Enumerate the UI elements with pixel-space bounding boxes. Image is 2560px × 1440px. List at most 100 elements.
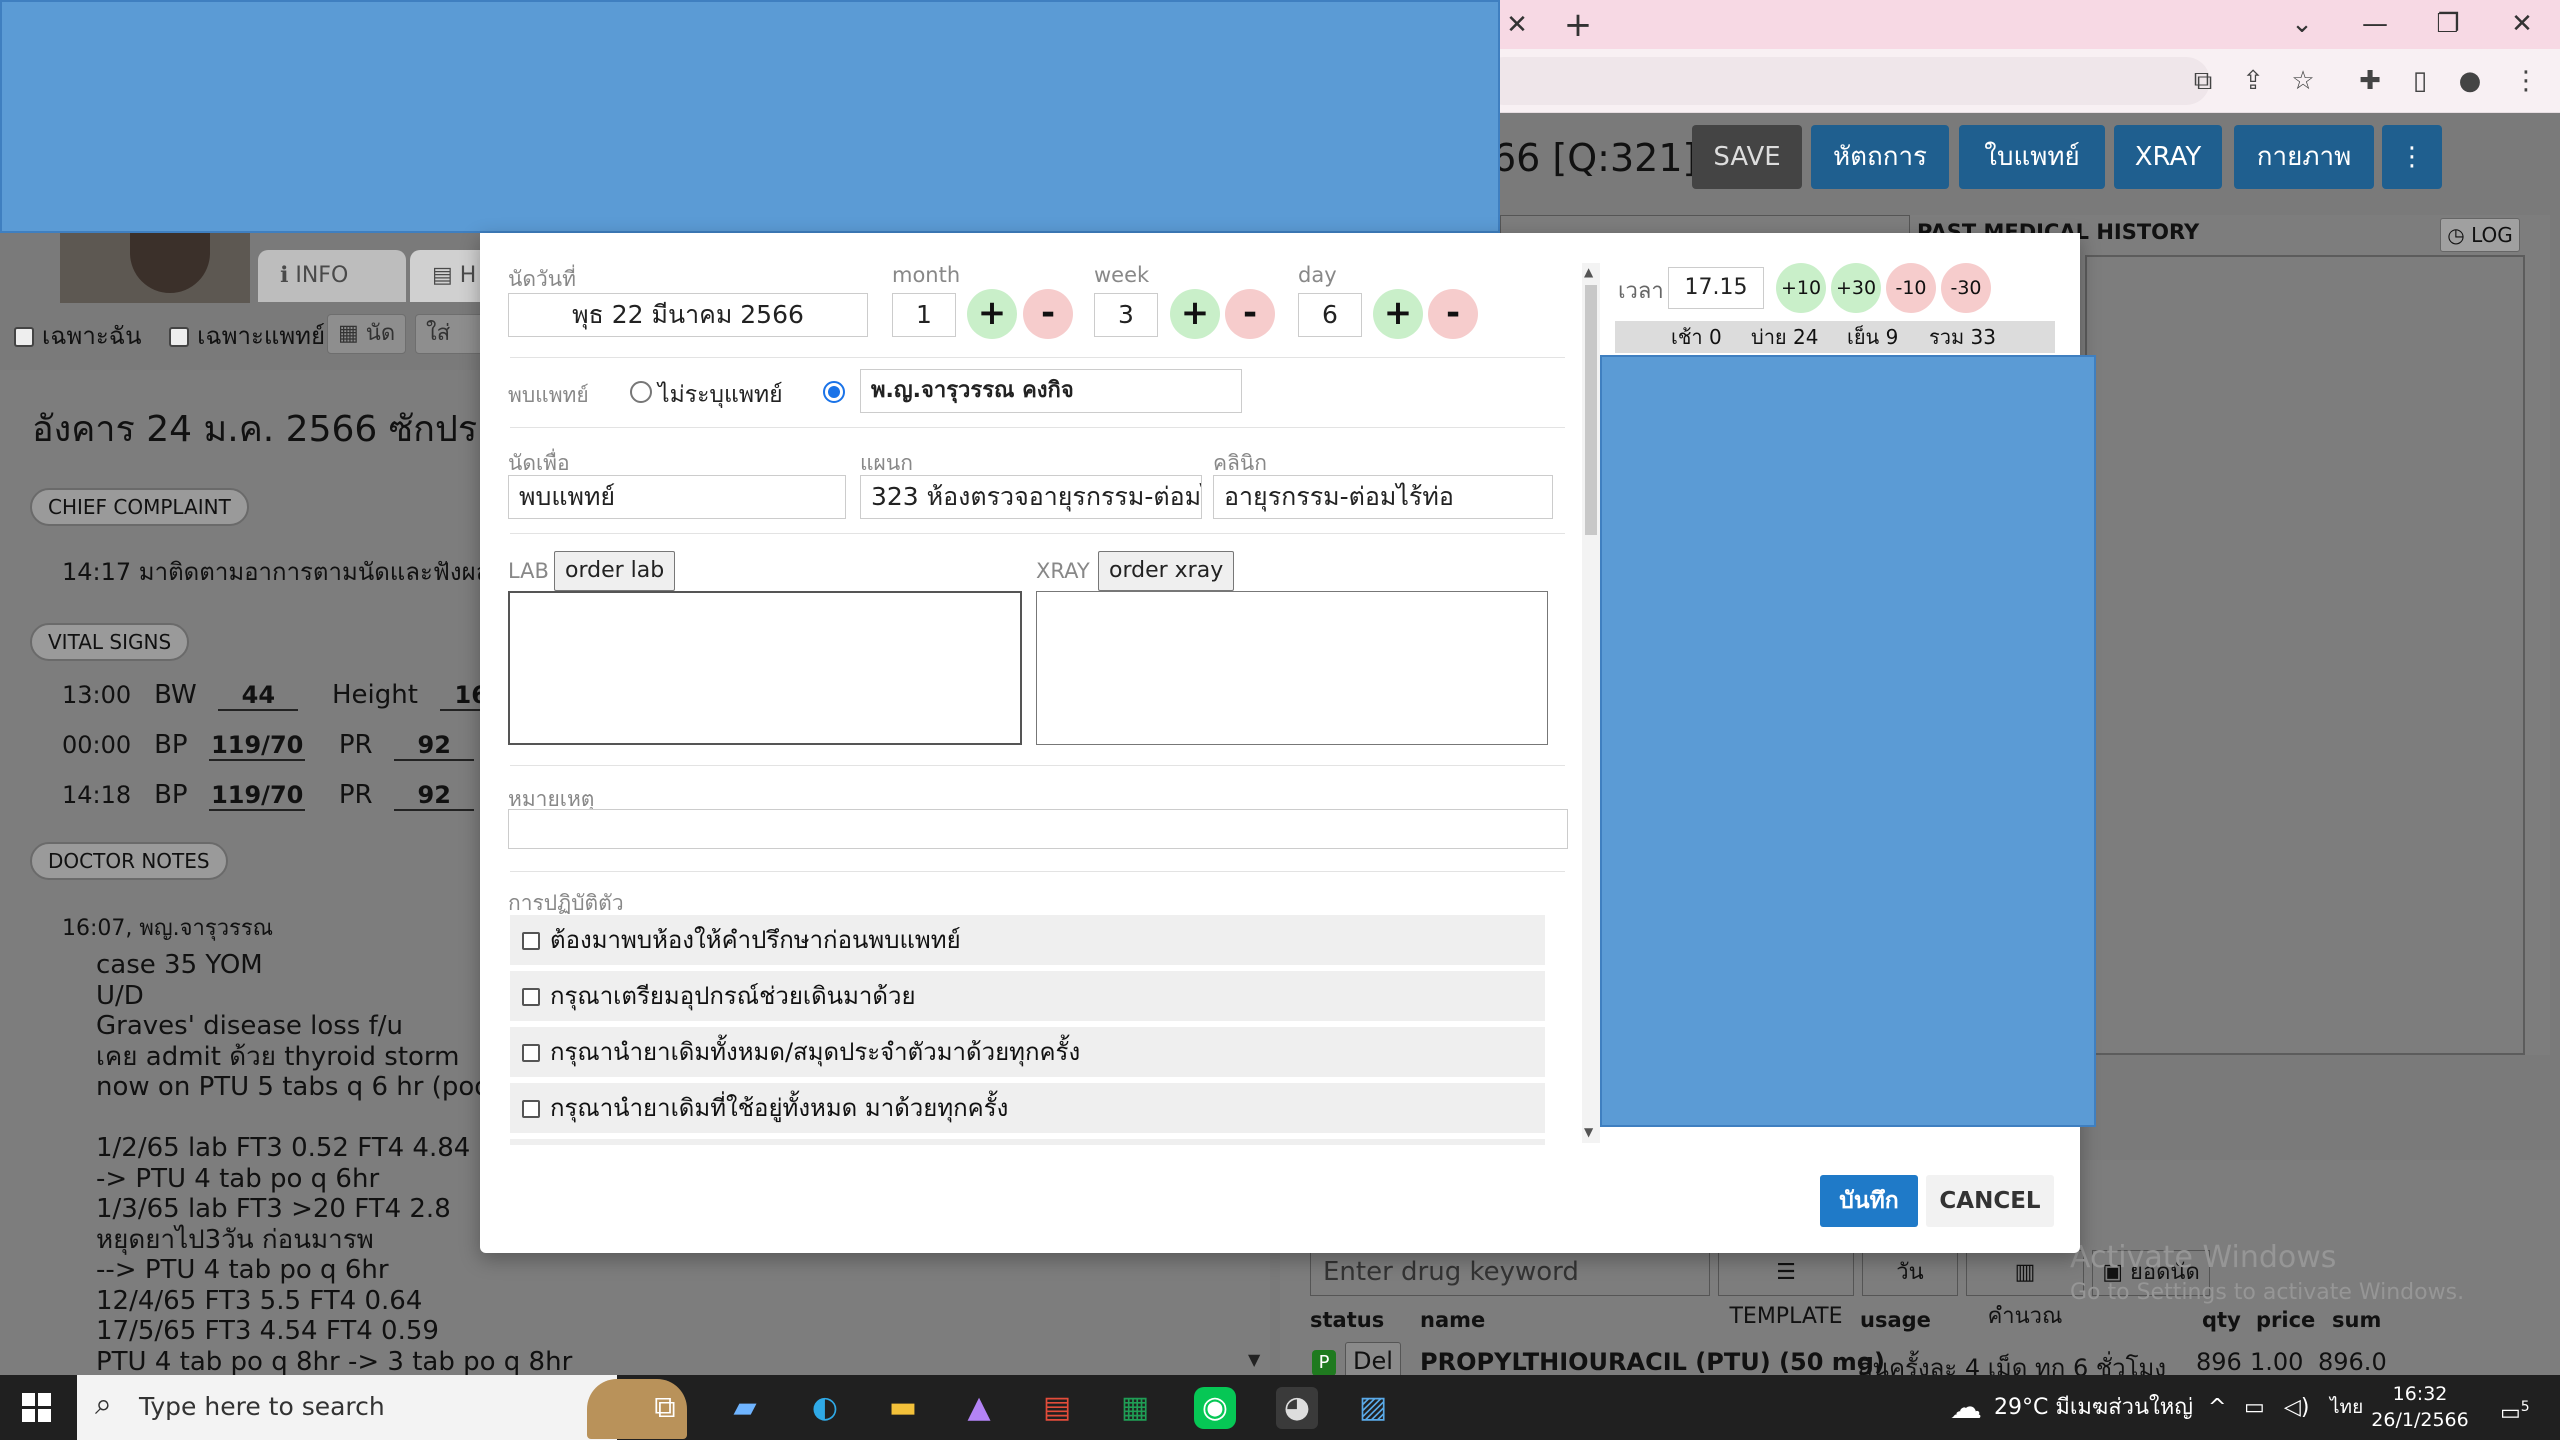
scroll-down-icon[interactable]: ▼: [1584, 1125, 1593, 1139]
appointment-counts: เช้า 0 บ่าย 24 เย็น 9 รวม 33: [1615, 321, 2055, 353]
purpose-input[interactable]: พบแพทย์: [508, 475, 846, 519]
time-plus-30-button[interactable]: +30: [1831, 263, 1881, 313]
app-icon[interactable]: ▰: [724, 1387, 766, 1429]
order-xray-button[interactable]: order xray: [1098, 551, 1235, 591]
dialog-scrollbar[interactable]: ▲ ▼: [1582, 263, 1600, 1143]
scroll-up-icon[interactable]: ▲: [1584, 265, 1593, 279]
time-minus-30-button[interactable]: -30: [1941, 263, 1991, 313]
chrome-window-icon[interactable]: ◕: [1276, 1387, 1318, 1429]
template-button[interactable]: ☰ TEMPLATE: [1718, 1250, 1854, 1329]
time-minus-10-button[interactable]: -10: [1886, 263, 1936, 313]
checkbox-icon[interactable]: [14, 327, 34, 347]
browser-menu-icon[interactable]: ⋮: [2508, 63, 2544, 99]
checkbox-icon[interactable]: [169, 327, 190, 347]
tab-search-icon[interactable]: ⌄: [2272, 4, 2332, 44]
appointment-filter-button[interactable]: ▦ นัด: [327, 314, 407, 354]
doctor-notes-header[interactable]: DOCTOR NOTES: [30, 842, 228, 880]
scroll-down-icon[interactable]: ▼: [1248, 1350, 1260, 1369]
excel-icon[interactable]: ▦: [1114, 1387, 1156, 1429]
new-tab-button[interactable]: +: [1558, 6, 1598, 46]
past-medical-history-box[interactable]: [2085, 255, 2525, 1055]
status-badge: P: [1312, 1350, 1336, 1376]
order-lab-button[interactable]: order lab: [554, 551, 676, 591]
time-input[interactable]: 17.15: [1668, 267, 1764, 309]
language-indicator[interactable]: ไทย: [2330, 1375, 2363, 1440]
month-plus-button[interactable]: +: [967, 289, 1017, 339]
more-options-icon[interactable]: ⋮: [2382, 125, 2442, 189]
edge-icon[interactable]: ◐: [804, 1387, 846, 1429]
other-filter-button[interactable]: ใส่เอก: [415, 314, 485, 354]
instruction-item[interactable]: กรุณานำยาเดิมทั้งหมด/สมุดประจำตัวมาด้วยท…: [510, 1027, 1545, 1077]
checkbox-icon[interactable]: [522, 932, 540, 950]
checkbox-icon[interactable]: [522, 1044, 540, 1062]
instruction-item[interactable]: กรุณาเตรียมอุปกรณ์ช่วยเดินมาด้วย: [510, 971, 1545, 1021]
no-doctor-label[interactable]: ไม่ระบุแพทย์: [658, 377, 783, 413]
profile-avatar[interactable]: ●: [2452, 63, 2488, 99]
time-plus-10-button[interactable]: +10: [1776, 263, 1826, 313]
xray-textarea[interactable]: [1036, 591, 1548, 745]
close-tab-icon[interactable]: ✕: [1500, 8, 1534, 42]
windows-start-icon[interactable]: [22, 1393, 52, 1423]
appointment-date-input[interactable]: พุธ 22 มีนาคม 2566: [508, 293, 868, 337]
taskbar-search[interactable]: ⌕ Type here to search: [77, 1375, 687, 1440]
chief-complaint-header[interactable]: CHIEF COMPLAINT: [30, 488, 249, 526]
line-icon[interactable]: ◉: [1194, 1387, 1236, 1429]
medical-certificate-button[interactable]: ใบแพทย์: [1959, 125, 2105, 189]
month-input[interactable]: 1: [892, 293, 956, 337]
minimize-icon[interactable]: —: [2345, 4, 2405, 44]
side-panel-icon[interactable]: ▯: [2402, 63, 2438, 99]
day-input[interactable]: 6: [1298, 293, 1362, 337]
network-icon[interactable]: ▭: [2244, 1375, 2265, 1440]
week-input[interactable]: 3: [1094, 293, 1158, 337]
log-button[interactable]: ◷ LOG: [2440, 218, 2520, 252]
physiotherapy-button[interactable]: กายภาพ: [2234, 125, 2374, 189]
tray-expand-icon[interactable]: ^: [2208, 1375, 2226, 1440]
doctor-radio[interactable]: [823, 381, 845, 403]
month-minus-button[interactable]: -: [1023, 289, 1073, 339]
checkbox-icon[interactable]: [522, 988, 540, 1006]
lab-textarea[interactable]: [508, 591, 1022, 745]
scroll-thumb[interactable]: [1585, 285, 1597, 535]
photos-icon[interactable]: ▨: [1352, 1387, 1394, 1429]
address-field[interactable]: [1480, 57, 2210, 105]
weather-text[interactable]: 29°C มีเมฆส่วนใหญ่: [1994, 1375, 2193, 1440]
instruction-item[interactable]: กรุณานำยาเดิมที่ใช้อยู่ทั้งหมด มาด้วยทุก…: [510, 1083, 1545, 1133]
notification-icon[interactable]: ▭5: [2500, 1375, 2530, 1440]
close-window-icon[interactable]: ✕: [2492, 4, 2552, 44]
instruction-text: ต้องมาพบห้องให้คำปรึกษาก่อนพบแพทย์: [550, 926, 961, 954]
no-doctor-radio[interactable]: [630, 381, 652, 403]
tab-info[interactable]: ℹ INFO: [258, 250, 406, 302]
pdf-app-icon[interactable]: ▤: [1036, 1387, 1078, 1429]
filter-only-me[interactable]: เฉพาะฉัน: [14, 322, 152, 350]
week-plus-button[interactable]: +: [1170, 289, 1220, 339]
translate-icon[interactable]: ⧉: [2185, 63, 2221, 99]
vital-signs-header[interactable]: VITAL SIGNS: [30, 623, 190, 661]
volume-icon[interactable]: ◁): [2284, 1375, 2310, 1440]
save-visit-button[interactable]: SAVE: [1692, 125, 1802, 189]
department-input[interactable]: 323 ห้องตรวจอายุรกรรม-ต่อมไ: [860, 475, 1202, 519]
clinic-input[interactable]: อายุรกรรม-ต่อมไร้ท่อ: [1213, 475, 1553, 519]
star-icon[interactable]: ☆: [2285, 63, 2321, 99]
day-minus-button[interactable]: -: [1428, 289, 1478, 339]
filter-only-doctor[interactable]: เฉพาะแพทย์: [169, 322, 335, 350]
extensions-icon[interactable]: ✚: [2352, 63, 2388, 99]
restore-icon[interactable]: ❐: [2418, 4, 2478, 44]
calculate-button[interactable]: ▥ คำนวณ: [1966, 1250, 2084, 1329]
xray-button[interactable]: XRAY: [2114, 125, 2222, 189]
week-minus-button[interactable]: -: [1225, 289, 1275, 339]
checkbox-icon[interactable]: [522, 1100, 540, 1118]
day-plus-button[interactable]: +: [1373, 289, 1423, 339]
clock[interactable]: 16:32 26/1/2566: [2370, 1381, 2470, 1433]
task-view-icon[interactable]: ⧉: [644, 1387, 686, 1429]
procedure-button[interactable]: หัตถการ: [1811, 125, 1949, 189]
save-appointment-button[interactable]: บันทึก: [1820, 1175, 1918, 1227]
instruction-item[interactable]: ต้องมาพบห้องให้คำปรึกษาก่อนพบแพทย์: [510, 915, 1545, 965]
share-icon[interactable]: ⇪: [2235, 63, 2271, 99]
cancel-button[interactable]: CANCEL: [1926, 1175, 2054, 1227]
flask-app-icon[interactable]: ▲: [958, 1387, 1000, 1429]
file-explorer-icon[interactable]: ▬: [882, 1387, 924, 1429]
doctor-input[interactable]: พ.ญ.จารุวรรณ คงกิจ: [860, 369, 1242, 413]
remark-input[interactable]: [508, 809, 1568, 849]
drug-search-input[interactable]: Enter drug keyword: [1310, 1248, 1710, 1296]
day-field[interactable]: วัน: [1862, 1250, 1958, 1296]
